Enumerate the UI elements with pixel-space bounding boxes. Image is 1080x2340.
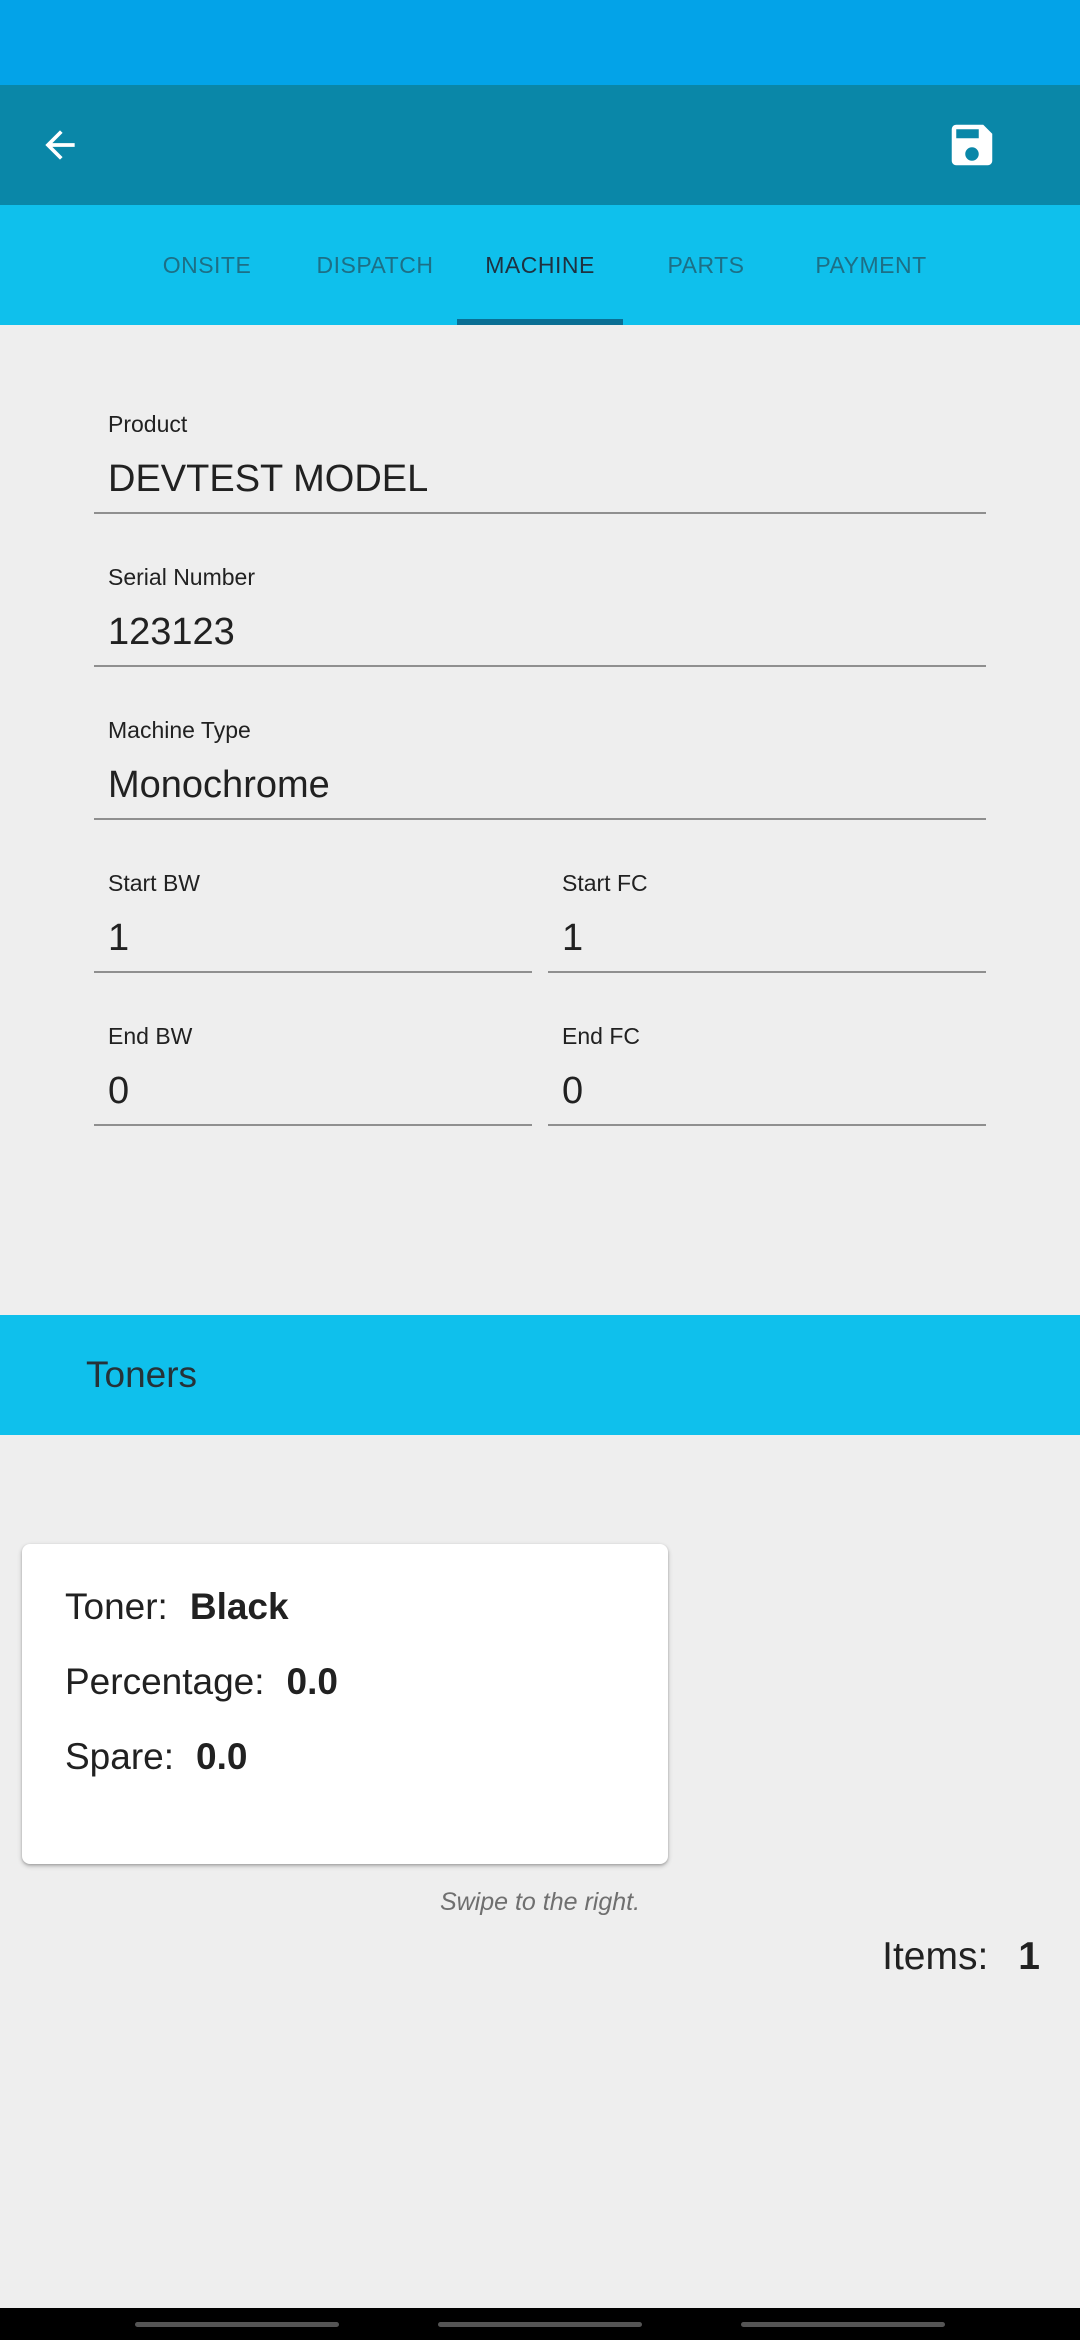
percentage-value: 0.0 bbox=[286, 1661, 338, 1702]
nav-handle-center[interactable] bbox=[438, 2322, 642, 2327]
save-button[interactable] bbox=[932, 107, 1012, 183]
nav-handle-right bbox=[741, 2322, 945, 2327]
end-bw-underline bbox=[94, 1124, 532, 1126]
items-label: Items: bbox=[882, 1935, 989, 1978]
end-fc-field[interactable]: End FC 0 bbox=[548, 1017, 986, 1127]
tab-machine[interactable]: MACHINE bbox=[457, 205, 623, 325]
start-fc-label: Start FC bbox=[562, 870, 648, 896]
tab-dispatch[interactable]: DISPATCH bbox=[310, 205, 440, 325]
machine-type-field[interactable]: Machine Type Monochrome bbox=[94, 711, 986, 821]
toner-card[interactable]: Toner: Black Percentage: 0.0 Spare: 0.0 bbox=[22, 1544, 668, 1864]
machine-type-label: Machine Type bbox=[108, 717, 251, 743]
floppy-disk-icon bbox=[951, 124, 993, 166]
spare-row: Spare: 0.0 bbox=[65, 1736, 247, 1778]
product-label: Product bbox=[108, 411, 188, 437]
serial-number-label: Serial Number bbox=[108, 564, 255, 590]
end-fc-value: 0 bbox=[562, 1070, 584, 1112]
machine-type-underline bbox=[94, 818, 986, 820]
start-fc-underline bbox=[548, 971, 986, 973]
toners-section-header: Toners bbox=[0, 1315, 1080, 1435]
tab-indicator bbox=[457, 319, 623, 325]
tab-onsite[interactable]: ONSITE bbox=[150, 205, 264, 325]
start-bw-value: 1 bbox=[108, 917, 130, 959]
end-fc-underline bbox=[548, 1124, 986, 1126]
percentage-row: Percentage: 0.0 bbox=[65, 1661, 338, 1703]
spare-label: Spare: bbox=[65, 1736, 175, 1777]
product-field[interactable]: Product DEVTEST MODEL bbox=[94, 405, 986, 515]
tab-parts[interactable]: PARTS bbox=[650, 205, 762, 325]
swipe-hint: Swipe to the right. bbox=[439, 1888, 641, 1916]
tab-bar: ONSITE DISPATCH MACHINE PARTS PAYMENT bbox=[0, 205, 1080, 325]
back-button[interactable] bbox=[20, 107, 100, 183]
toner-value: Black bbox=[189, 1586, 289, 1627]
start-fc-value: 1 bbox=[562, 917, 584, 959]
toolbar bbox=[0, 85, 1080, 205]
arrow-back-icon bbox=[45, 130, 75, 160]
tab-payment[interactable]: PAYMENT bbox=[800, 205, 942, 325]
end-fc-label: End FC bbox=[562, 1023, 640, 1049]
toner-label: Toner: bbox=[65, 1586, 168, 1627]
end-bw-value: 0 bbox=[108, 1070, 130, 1112]
start-bw-field[interactable]: Start BW 1 bbox=[94, 864, 532, 974]
machine-type-value: Monochrome bbox=[108, 764, 330, 806]
product-underline bbox=[94, 512, 986, 514]
serial-number-value: 123123 bbox=[108, 611, 235, 653]
toner-row: Toner: Black bbox=[65, 1586, 289, 1628]
status-bar bbox=[0, 0, 1080, 85]
start-fc-field[interactable]: Start FC 1 bbox=[548, 864, 986, 974]
start-bw-label: Start BW bbox=[108, 870, 201, 896]
toners-title: Toners bbox=[86, 1354, 198, 1395]
end-bw-label: End BW bbox=[108, 1023, 193, 1049]
spare-value: 0.0 bbox=[196, 1736, 248, 1777]
serial-number-field[interactable]: Serial Number 123123 bbox=[94, 558, 986, 668]
percentage-label: Percentage: bbox=[65, 1661, 265, 1702]
start-bw-underline bbox=[94, 971, 532, 973]
product-value: DEVTEST MODEL bbox=[108, 458, 429, 500]
end-bw-field[interactable]: End BW 0 bbox=[94, 1017, 532, 1127]
nav-handle-left bbox=[135, 2322, 339, 2327]
items-value: 1 bbox=[1018, 1935, 1040, 1978]
serial-number-underline bbox=[94, 665, 986, 667]
items-count: Items: 1 bbox=[882, 1935, 1040, 1979]
